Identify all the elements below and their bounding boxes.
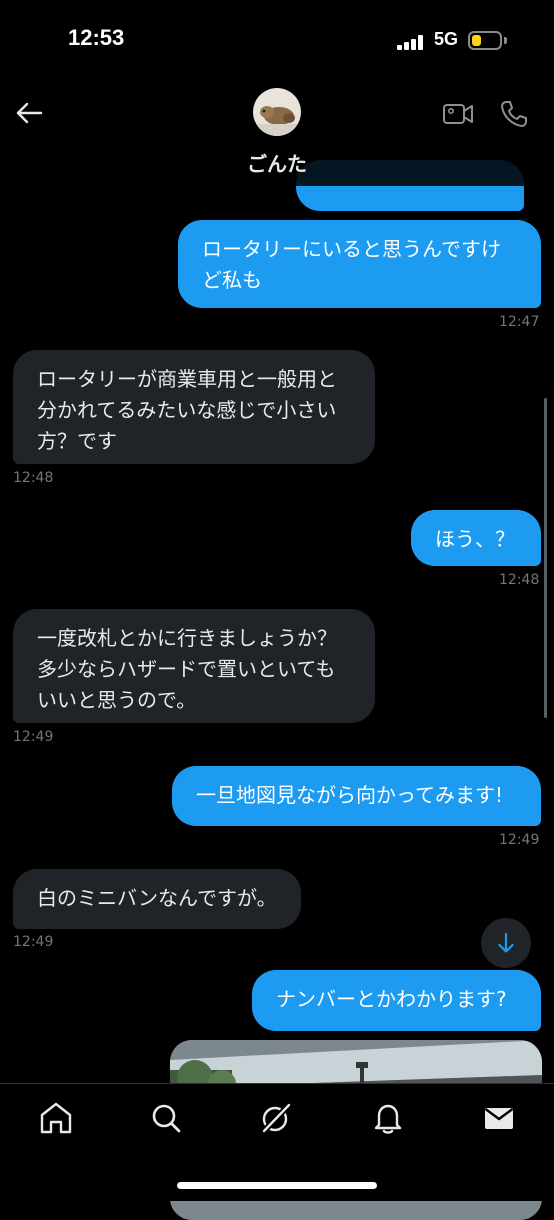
tab-messages[interactable] xyxy=(479,1098,519,1138)
tab-notifications[interactable] xyxy=(368,1098,408,1138)
message-timestamp: 12:48 xyxy=(13,470,54,486)
message-text: ほう、？ xyxy=(435,527,515,551)
back-button[interactable] xyxy=(14,98,44,128)
battery-icon xyxy=(468,31,502,50)
message-bubble-incoming[interactable]: 白のミニバンなんですが。 xyxy=(13,869,301,929)
status-bar: 12:53 5G xyxy=(0,0,554,86)
avatar[interactable] xyxy=(253,88,301,136)
message-bubble-incoming[interactable]: 一度改札とかに行きましょうか？ 多少ならハザードで置いといても いいと思うので。 xyxy=(13,609,375,723)
message-bubble-outgoing[interactable]: ナンバーとかわかります? xyxy=(252,970,541,1031)
message-text: 一旦地図見ながら向かってみます! xyxy=(196,783,504,807)
battery-level xyxy=(472,35,481,46)
message-text: ロータリーが商業車用と一般用と 分かれてるみたいな感じで小さい 方？です xyxy=(37,367,337,453)
phone-icon xyxy=(501,101,527,127)
bell-icon xyxy=(374,1104,402,1134)
message-timestamp: 12:49 xyxy=(13,934,54,950)
battery-cap xyxy=(504,37,507,44)
scroll-indicator[interactable] xyxy=(544,398,547,718)
message-bubble-incoming[interactable]: ロータリーが商業車用と一般用と 分かれてるみたいな感じで小さい 方？です xyxy=(13,350,375,464)
arrow-down-icon xyxy=(498,932,514,953)
tab-grok[interactable] xyxy=(256,1098,296,1138)
scroll-to-bottom-button[interactable] xyxy=(481,918,531,968)
network-label: 5G xyxy=(434,29,459,49)
cellular-signal-icon xyxy=(397,34,427,50)
home-indicator[interactable] xyxy=(177,1182,377,1189)
message-timestamp: 12:48 xyxy=(499,572,540,588)
grok-icon xyxy=(261,1102,292,1134)
envelope-icon xyxy=(484,1108,514,1129)
tab-search[interactable] xyxy=(146,1098,186,1138)
video-call-button[interactable] xyxy=(442,100,474,128)
message-text: 一度改札とかに行きましょうか？ 多少ならハザードで置いといても いいと思うので。 xyxy=(37,626,337,712)
message-text: ロータリーにいると思うんですけ ど私も xyxy=(202,237,501,292)
message-text: 白のミニバンなんですが。 xyxy=(37,886,277,910)
message-text: ナンバーとかわかります? xyxy=(276,987,507,1011)
message-bubble-outgoing[interactable]: ほう、？ xyxy=(411,510,541,566)
contact-name[interactable]: ごんた xyxy=(0,148,554,177)
search-icon xyxy=(152,1104,181,1133)
arrow-left-icon xyxy=(16,102,43,124)
status-time: 12:53 xyxy=(68,25,125,50)
voice-call-button[interactable] xyxy=(499,99,529,129)
video-camera-icon xyxy=(443,104,473,124)
message-timestamp: 12:49 xyxy=(13,729,54,745)
message-timestamp: 12:47 xyxy=(499,314,540,330)
profile-picture xyxy=(253,88,301,136)
message-bubble-outgoing[interactable]: ロータリーにいると思うんですけ ど私も xyxy=(178,220,541,308)
message-timestamp: 12:49 xyxy=(499,832,540,848)
tab-home[interactable] xyxy=(36,1098,76,1138)
message-bubble-outgoing[interactable]: 一旦地図見ながら向かってみます! xyxy=(172,766,541,826)
home-icon xyxy=(40,1102,72,1134)
